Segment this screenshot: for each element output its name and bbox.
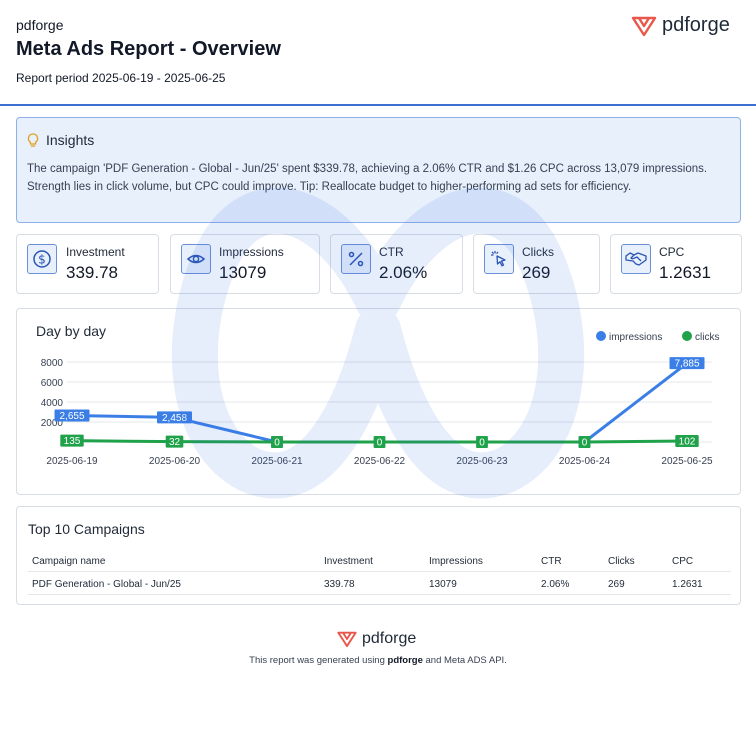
pdforge-logo-icon: [631, 16, 657, 36]
top-campaigns-card: Top 10 Campaigns Campaign name Investmen…: [16, 506, 741, 605]
column-header: Campaign name: [32, 556, 106, 567]
kpi-value: 269: [522, 263, 551, 282]
insights-header: Insights: [27, 132, 94, 148]
column-header: Investment: [324, 556, 373, 567]
report-header: pdforge Meta Ads Report - Overview Repor…: [0, 0, 756, 106]
data-label: 0: [274, 438, 280, 449]
kpi-card-investment: $ Investment 339.78: [16, 234, 159, 294]
x-tick-label: 2025-06-25: [661, 456, 713, 467]
kpi-label: CPC: [659, 245, 685, 259]
kpi-card-ctr: CTR 2.06%: [330, 234, 463, 294]
table-cell: 269: [608, 579, 625, 590]
column-header: Impressions: [429, 556, 483, 567]
column-header: CPC: [672, 556, 694, 567]
x-tick-label: 2025-06-23: [456, 456, 508, 467]
data-label: 7,885: [674, 359, 699, 370]
kpi-card-clicks: Clicks 269: [473, 234, 600, 294]
kpi-label: CTR: [379, 245, 404, 259]
report-period: Report period 2025-06-19 - 2025-06-25: [16, 71, 226, 85]
eye-icon: [181, 244, 211, 274]
data-label: 135: [64, 436, 81, 447]
day-by-day-chart: 80006000400020002025-06-19 2025-06-20 2025…: [41, 331, 719, 467]
data-label: 0: [377, 438, 383, 449]
kpi-label: Investment: [66, 245, 125, 259]
y-tick-label: 6000: [41, 378, 64, 389]
series-line-impressions: [71, 361, 688, 444]
x-tick-label: 2025-06-21: [251, 456, 303, 467]
table-title: Top 10 Campaigns: [28, 521, 145, 537]
footer-logo: pdforge: [336, 630, 416, 648]
campaigns-table: Campaign name Investment Impressions CTR…: [28, 549, 731, 595]
data-label: 102: [679, 436, 696, 447]
footer-logo-text: pdforge: [362, 630, 417, 647]
column-header: CTR: [541, 556, 562, 567]
percent-icon: [341, 244, 371, 274]
day-by-day-chart-card: Day by day 8000 6000 4000 2000 2025-06-19 202…: [16, 308, 741, 495]
table-cell: 2.06%: [541, 579, 570, 590]
handshake-icon: [621, 244, 651, 274]
page-title: Meta Ads Report - Overview: [16, 38, 281, 60]
y-tick-label: 4000: [41, 398, 64, 409]
x-tick-label: 2025-06-20: [149, 456, 201, 467]
data-label: 2,458: [162, 413, 187, 424]
cursor-click-icon: [484, 244, 514, 274]
brand-name: pdforge: [16, 17, 64, 33]
insights-text: The campaign 'PDF Generation - Global - …: [27, 163, 708, 193]
logo-text: pdforge: [662, 14, 730, 36]
table-cell: PDF Generation - Global - Jun/25: [32, 579, 181, 590]
table-cell: 339.78: [324, 579, 355, 590]
kpi-value: 2.06%: [379, 263, 428, 282]
kpi-card-impressions: Impressions 13079: [170, 234, 320, 294]
kpi-label: Impressions: [219, 245, 284, 259]
data-label: 2,655: [59, 411, 84, 422]
svg-text:$: $: [38, 253, 46, 267]
data-label: 32: [169, 437, 181, 448]
table-header-row: Campaign name Investment Impressions CTR…: [28, 549, 731, 572]
kpi-label: Clicks: [522, 245, 554, 259]
footer-note-brand: pdforge: [387, 655, 423, 666]
legend-marker: [682, 331, 692, 341]
x-tick-label: 2025-06-22: [354, 456, 406, 467]
footer-note-prefix: This report was generated using: [249, 655, 388, 666]
insights-panel: Insights The campaign 'PDF Generation - …: [16, 117, 741, 223]
kpi-value: 13079: [219, 263, 267, 282]
table-cell: 1.2631: [672, 579, 703, 590]
kpi-value: 339.78: [66, 263, 118, 282]
data-label: 0: [582, 438, 588, 449]
legend-marker: [596, 331, 606, 341]
pdforge-logo-icon: [337, 631, 357, 648]
x-tick-label: 2025-06-24: [559, 456, 611, 467]
kpi-card-cpc: CPC 1.2631: [610, 234, 742, 294]
column-header: Clicks: [608, 556, 635, 567]
lightbulb-icon: [27, 132, 39, 147]
insights-title: Insights: [46, 132, 95, 148]
y-tick-label: 8000: [41, 358, 64, 369]
footer-note-suffix: and Meta ADS API.: [422, 655, 507, 666]
data-label: 0: [479, 438, 485, 449]
dollar-icon: $: [27, 244, 57, 274]
legend-label: impressions: [609, 332, 662, 343]
legend-label: clicks: [695, 332, 719, 343]
kpi-value: 1.2631: [659, 263, 711, 282]
table-cell: 13079: [429, 579, 457, 590]
x-tick-label: 2025-06-19: [46, 456, 98, 467]
footer-note: This report was generated using pdforge …: [0, 655, 756, 666]
table-row: PDF Generation - Global - Jun/25 339.78 …: [28, 572, 731, 595]
pdforge-logo: pdforge: [630, 14, 730, 37]
